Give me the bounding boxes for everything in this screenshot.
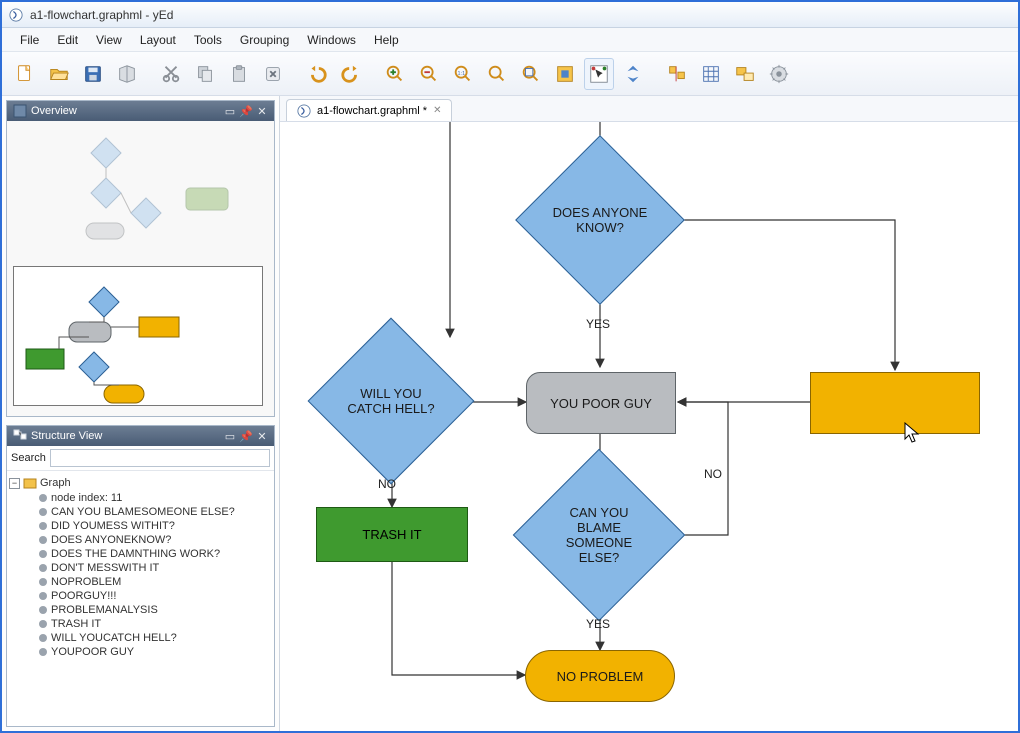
menu-layout[interactable]: Layout — [132, 31, 184, 49]
select-mode-icon[interactable] — [584, 58, 614, 90]
menu-grouping[interactable]: Grouping — [232, 31, 297, 49]
redo-icon[interactable] — [336, 58, 366, 90]
node-no-problem[interactable]: NO PROBLEM — [525, 650, 675, 702]
structure-header[interactable]: Structure View ▭ 📌 ✕ — [7, 426, 274, 446]
overview-canvas[interactable] — [7, 121, 274, 416]
tree-node[interactable]: DOES THE DAMNTHING WORK? — [9, 547, 272, 561]
undo-icon[interactable] — [302, 58, 332, 90]
align-icon[interactable] — [662, 58, 692, 90]
new-icon[interactable] — [10, 58, 40, 90]
structure-tree[interactable]: − Graph node index: 11 CAN YOU BLAMESOME… — [7, 471, 274, 663]
menubar: File Edit View Layout Tools Grouping Win… — [2, 28, 1018, 52]
search-input[interactable] — [50, 449, 270, 467]
tree-node[interactable]: DOES ANYONEKNOW? — [9, 533, 272, 547]
save-icon[interactable] — [78, 58, 108, 90]
save-as-icon[interactable] — [112, 58, 142, 90]
node-trash-it[interactable]: TRASH IT — [316, 507, 468, 562]
editor-area: a1-flowchart.graphml * ✕ — [280, 96, 1018, 731]
panel-float-icon[interactable]: ▭ — [224, 430, 236, 442]
tree-node-index[interactable]: node index: 11 — [9, 491, 272, 505]
panel-pin-icon[interactable]: 📌 — [240, 430, 252, 442]
graph-canvas[interactable]: DOES ANYONE KNOW? WILL YOU CATCH HELL? Y… — [280, 122, 1018, 731]
fit-selection-icon[interactable] — [550, 58, 580, 90]
menu-windows[interactable]: Windows — [299, 31, 364, 49]
tree-node[interactable]: CAN YOU BLAMESOMEONE ELSE? — [9, 505, 272, 519]
doc-icon — [297, 104, 311, 118]
tree-node[interactable]: POORGUY!!! — [9, 589, 272, 603]
panel-close-icon[interactable]: ✕ — [256, 430, 268, 442]
node-orange-rect[interactable] — [810, 372, 980, 434]
zoom-fit-icon[interactable] — [482, 58, 512, 90]
menu-tools[interactable]: Tools — [186, 31, 230, 49]
node-you-poor-guy[interactable]: YOU POOR GUY — [526, 372, 676, 434]
document-tabs: a1-flowchart.graphml * ✕ — [280, 96, 1018, 122]
overview-panel: Overview ▭ 📌 ✕ — [6, 100, 275, 417]
edge-label-no2: NO — [704, 467, 722, 481]
edge-label-no1: NO — [378, 477, 396, 491]
properties-icon[interactable] — [764, 58, 794, 90]
panel-float-icon[interactable]: ▭ — [224, 105, 236, 117]
panel-pin-icon[interactable]: 📌 — [240, 105, 252, 117]
menu-file[interactable]: File — [12, 31, 47, 49]
tree-node[interactable]: YOUPOOR GUY — [9, 645, 272, 659]
window-title: a1-flowchart.graphml - yEd — [30, 8, 173, 22]
tree-node[interactable]: NOPROBLEM — [9, 575, 272, 589]
zoom-area-icon[interactable] — [516, 58, 546, 90]
structure-panel: Structure View ▭ 📌 ✕ Search − Graph — [6, 425, 275, 727]
node-can-you-blame[interactable]: CAN YOU BLAME SOMEONE ELSE? — [538, 474, 660, 596]
tree-node[interactable]: PROBLEMANALYSIS — [9, 603, 272, 617]
tree-collapse-icon[interactable]: − — [9, 478, 20, 489]
tree-root[interactable]: − Graph — [9, 475, 272, 491]
overview-title: Overview — [31, 105, 77, 117]
app-icon — [8, 7, 24, 23]
tab-label: a1-flowchart.graphml * — [317, 105, 427, 117]
tree-node[interactable]: DON'T MESSWITH IT — [9, 561, 272, 575]
tab-close-icon[interactable]: ✕ — [433, 105, 441, 116]
delete-icon[interactable] — [258, 58, 288, 90]
grid-icon[interactable] — [696, 58, 726, 90]
graph-root-icon — [23, 476, 37, 490]
structure-icon — [13, 429, 27, 443]
tree-node[interactable]: DID YOUMESS WITHIT? — [9, 519, 272, 533]
mouse-cursor-icon — [904, 422, 922, 447]
panel-close-icon[interactable]: ✕ — [256, 105, 268, 117]
tree-root-label: Graph — [40, 477, 71, 489]
edge-label-yes2: YES — [586, 617, 610, 631]
node-will-you-catch-hell[interactable]: WILL YOU CATCH HELL? — [332, 342, 450, 460]
navigate-icon[interactable] — [618, 58, 648, 90]
toolbar: 1:1 — [2, 52, 1018, 96]
search-label: Search — [11, 452, 46, 464]
menu-view[interactable]: View — [88, 31, 130, 49]
auto-layout-icon[interactable] — [730, 58, 760, 90]
open-icon[interactable] — [44, 58, 74, 90]
tree-node[interactable]: TRASH IT — [9, 617, 272, 631]
paste-icon[interactable] — [224, 58, 254, 90]
zoom-in-icon[interactable] — [380, 58, 410, 90]
tree-node[interactable]: WILL YOUCATCH HELL? — [9, 631, 272, 645]
structure-search: Search — [7, 446, 274, 471]
menu-help[interactable]: Help — [366, 31, 407, 49]
structure-title: Structure View — [31, 430, 102, 442]
titlebar: a1-flowchart.graphml - yEd — [2, 2, 1018, 28]
zoom-1to1-icon[interactable]: 1:1 — [448, 58, 478, 90]
edge-label-yes1: YES — [586, 317, 610, 331]
node-does-anyone-know[interactable]: DOES ANYONE KNOW? — [540, 160, 660, 280]
overview-icon — [13, 104, 27, 118]
zoom-out-icon[interactable] — [414, 58, 444, 90]
cut-icon[interactable] — [156, 58, 186, 90]
menu-edit[interactable]: Edit — [49, 31, 86, 49]
side-panels: Overview ▭ 📌 ✕ — [2, 96, 280, 731]
document-tab[interactable]: a1-flowchart.graphml * ✕ — [286, 99, 452, 121]
copy-icon[interactable] — [190, 58, 220, 90]
svg-text:1:1: 1:1 — [458, 70, 466, 76]
overview-header[interactable]: Overview ▭ 📌 ✕ — [7, 101, 274, 121]
